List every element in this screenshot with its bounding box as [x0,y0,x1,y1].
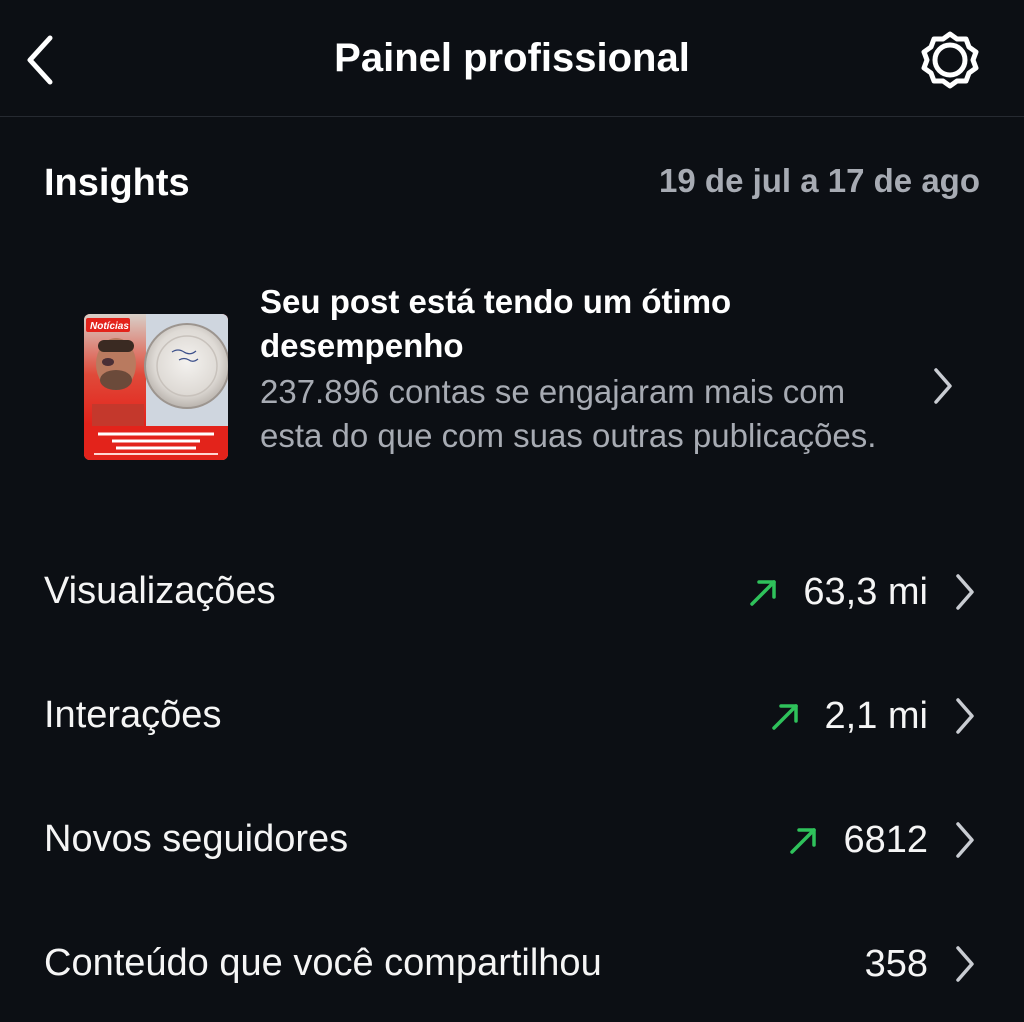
chevron-right-icon [956,574,974,610]
metric-row-novos-seguidores[interactable]: Novos seguidores 6812 [0,800,1024,880]
date-range[interactable]: 19 de jul a 17 de ago [659,162,980,200]
settings-button[interactable] [916,28,984,92]
metric-label: Visualizações [44,570,276,612]
trend-up-arrow-icon [790,828,817,854]
post-description: 237.896 contas se engajaram mais com est… [260,373,877,454]
post-headline: Seu post está tendo um ótimo desempenho [260,283,732,364]
post-thumbnail-image: Notícias [84,314,228,460]
page-title: Painel profissional [334,36,690,80]
trend-up-arrow-icon [750,580,777,606]
chevron-right-icon [956,822,974,858]
top-bar: Painel profissional [0,0,1024,117]
chevron-right-icon [934,368,952,404]
post-card-text: Seu post está tendo um ótimo desempenho … [260,280,900,458]
metric-label: Interações [44,694,222,736]
metric-row-visualizacoes[interactable]: Visualizações 63,3 mi [0,552,1024,632]
top-post-card[interactable]: Notícias Seu post está tendo um ótimo de… [0,270,1024,510]
metric-value-group: 2,1 mi [769,690,978,742]
metric-value: 2,1 mi [824,694,928,737]
gear-icon [921,31,979,89]
metric-row-interacoes[interactable]: Interações 2,1 mi [0,676,1024,756]
post-thumbnail[interactable]: Notícias [84,314,228,460]
metric-value: 358 [864,942,928,985]
metric-value-group: 6812 [787,814,978,866]
metric-value: 6812 [843,818,928,861]
thumbnail-badge: Notícias [90,321,129,332]
insights-heading: Insights [44,162,190,204]
metric-value-group: 63,3 mi [747,566,978,618]
professional-dashboard-screen: Painel profissional Insights 19 de jul a… [0,0,1024,1022]
metric-row-conteudo-compartilhado[interactable]: Conteúdo que você compartilhou 358 [0,924,1024,1004]
chevron-right-icon [956,698,974,734]
trend-up-arrow-icon [771,704,798,730]
metric-label: Novos seguidores [44,818,349,860]
metric-value: 63,3 mi [803,570,928,613]
metric-value-group: 358 [865,938,978,990]
chevron-right-icon [956,946,974,982]
metric-label: Conteúdo que você compartilhou [44,942,602,984]
